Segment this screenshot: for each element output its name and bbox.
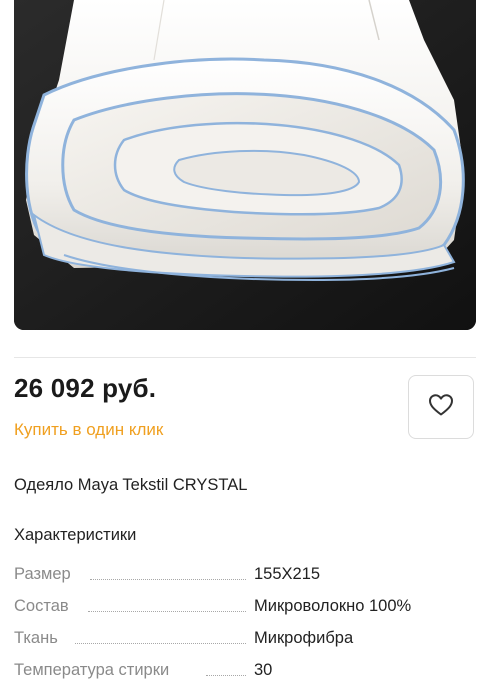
rolled-blanket-image bbox=[14, 0, 476, 330]
spec-key: Размер bbox=[14, 565, 71, 583]
buy-one-click-link[interactable]: Купить в один клик bbox=[14, 420, 163, 440]
heart-icon bbox=[428, 393, 454, 422]
product-price: 26 092 руб. bbox=[14, 373, 157, 403]
spec-row-size: Размер 155X215 bbox=[14, 565, 476, 587]
spec-row-wash-temperature: Температура стирки 30 bbox=[14, 661, 476, 683]
spec-leader-dots bbox=[90, 579, 246, 580]
spec-key: Ткань bbox=[14, 629, 58, 647]
spec-value: Микрофибра bbox=[254, 629, 354, 647]
spec-key: Состав bbox=[14, 597, 69, 615]
product-name: Одеяло Maya Tekstil CRYSTAL bbox=[14, 476, 248, 494]
spec-value: 30 bbox=[254, 661, 273, 679]
spec-row-composition: Состав Микроволокно 100% bbox=[14, 597, 476, 619]
add-to-favorites-button[interactable] bbox=[408, 375, 474, 439]
product-page: 26 092 руб. Купить в один клик Одеяло Ma… bbox=[0, 0, 490, 699]
divider bbox=[14, 357, 476, 358]
spec-value: Микроволокно 100% bbox=[254, 597, 412, 615]
product-photo[interactable] bbox=[14, 0, 476, 330]
specs-heading: Характеристики bbox=[14, 526, 137, 544]
spec-leader-dots bbox=[88, 611, 246, 612]
spec-leader-dots bbox=[75, 643, 246, 644]
spec-key: Температура стирки bbox=[14, 661, 170, 679]
spec-leader-dots bbox=[206, 675, 246, 676]
spec-row-fabric: Ткань Микрофибра bbox=[14, 629, 476, 651]
spec-value: 155X215 bbox=[254, 565, 321, 583]
